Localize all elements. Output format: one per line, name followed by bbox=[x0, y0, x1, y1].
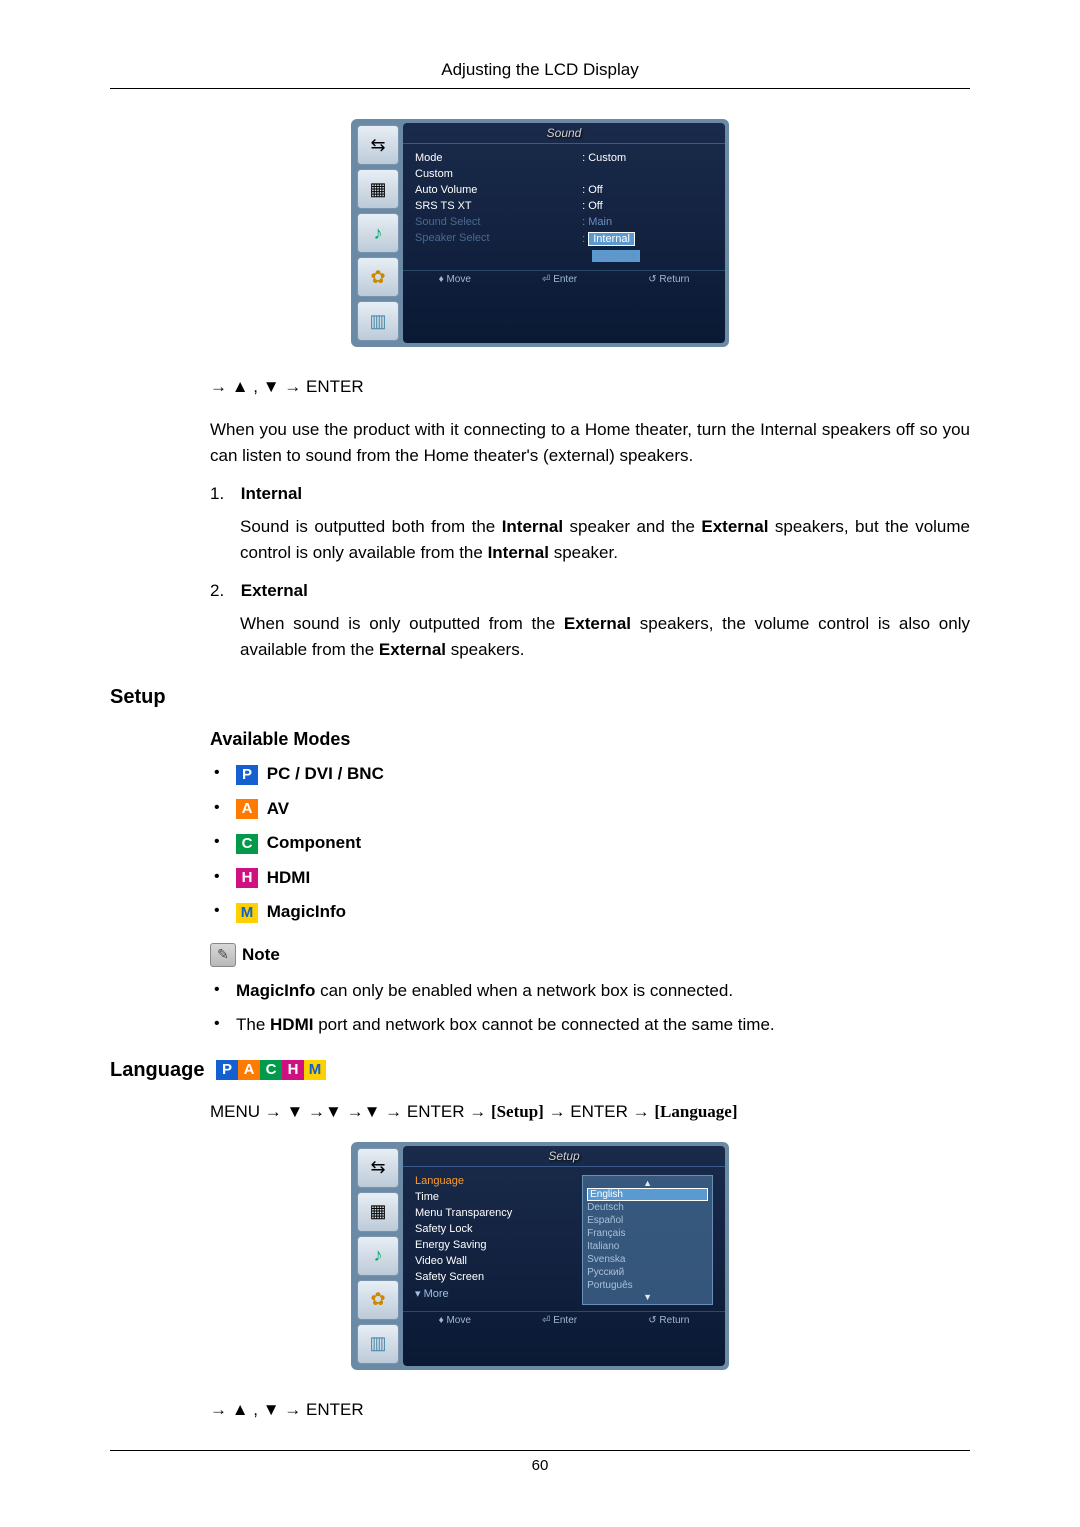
dropdown-item: Español bbox=[587, 1214, 708, 1227]
menu-path: MENU → ▼ →▼ →▼ → ENTER → [Setup] → ENTER… bbox=[210, 1102, 970, 1122]
osd-row-value: : Internal bbox=[582, 230, 713, 248]
language-heading: Language P A C H M bbox=[110, 1059, 970, 1082]
osd-footer: ♦ Move ⏎ Enter ↺ Return bbox=[403, 1311, 725, 1329]
language-mode-badges: P A C H M bbox=[216, 1060, 326, 1080]
dropdown-arrow-up-icon: ▲ bbox=[587, 1178, 708, 1188]
dropdown-item: Deutsch bbox=[587, 1201, 708, 1214]
osd-sound-panel: ⇆ ▦ ♪ ✿ ▥ Sound Mode Custom Auto Volume … bbox=[351, 119, 729, 347]
osd-tab-input-icon: ⇆ bbox=[357, 1148, 399, 1188]
osd-tab-input-icon: ⇆ bbox=[357, 125, 399, 165]
available-modes-heading: Available Modes bbox=[210, 729, 970, 750]
list-number: 2. bbox=[210, 581, 236, 601]
osd-tab-column: ⇆ ▦ ♪ ✿ ▥ bbox=[355, 123, 403, 343]
note-label: Note bbox=[242, 945, 280, 965]
note-item: MagicInfo can only be enabled when a net… bbox=[210, 981, 970, 1001]
mode-badge-a: A bbox=[238, 1060, 260, 1080]
osd-extra-value: External bbox=[582, 248, 713, 264]
osd-row-value bbox=[582, 166, 713, 182]
osd-row-label: SRS TS XT bbox=[415, 198, 572, 214]
dropdown-item: Français bbox=[587, 1227, 708, 1240]
mode-item: P PC / DVI / BNC bbox=[210, 764, 970, 785]
osd-sound-title: Sound bbox=[403, 123, 725, 144]
nav-sequence: → ▲ , ▼ → ENTER bbox=[210, 377, 970, 397]
osd-row-value: : Custom bbox=[582, 150, 713, 166]
osd-tab-multi-icon: ▥ bbox=[357, 301, 399, 341]
list-item: 2. External When sound is only outputted… bbox=[210, 581, 970, 662]
note-item: The HDMI port and network box cannot be … bbox=[210, 1015, 970, 1035]
header-rule bbox=[110, 88, 970, 89]
language-dropdown: ▲ English Deutsch Español Français Itali… bbox=[582, 1175, 713, 1305]
osd-tab-setup-icon: ✿ bbox=[357, 257, 399, 297]
mode-badge-c: C bbox=[260, 1060, 282, 1080]
osd-row-label: Language bbox=[415, 1173, 572, 1189]
note-icon: ✎ bbox=[210, 943, 236, 967]
osd-footer-enter: ⏎ Enter bbox=[542, 274, 577, 285]
footer-rule bbox=[110, 1450, 970, 1451]
osd-tab-picture-icon: ▦ bbox=[357, 169, 399, 209]
osd-tab-picture-icon: ▦ bbox=[357, 1192, 399, 1232]
mode-item: M MagicInfo bbox=[210, 902, 970, 923]
mode-item: A AV bbox=[210, 799, 970, 820]
intro-paragraph: When you use the product with it connect… bbox=[210, 417, 970, 468]
mode-badge-h: H bbox=[236, 868, 258, 888]
header-title: Adjusting the LCD Display bbox=[110, 60, 970, 88]
osd-row-label: Safety Lock bbox=[415, 1221, 572, 1237]
list-title: External bbox=[241, 581, 308, 600]
osd-more: ▾ More bbox=[415, 1285, 572, 1302]
dropdown-arrow-down-icon: ▼ bbox=[587, 1292, 708, 1302]
osd-row-label: Auto Volume bbox=[415, 182, 572, 198]
osd-tab-multi-icon: ▥ bbox=[357, 1324, 399, 1364]
osd-row-label: Energy Saving bbox=[415, 1237, 572, 1253]
osd-footer: ♦ Move ⏎ Enter ↺ Return bbox=[403, 270, 725, 288]
osd-tab-sound-icon: ♪ bbox=[357, 1236, 399, 1276]
mode-badge-a: A bbox=[236, 799, 258, 819]
osd-row-label: Safety Screen bbox=[415, 1269, 572, 1285]
dropdown-item: Italiano bbox=[587, 1240, 708, 1253]
notes-list: MagicInfo can only be enabled when a net… bbox=[210, 981, 970, 1035]
osd-row-label: Sound Select bbox=[415, 214, 572, 230]
list-description: When sound is only outputted from the Ex… bbox=[240, 611, 970, 662]
list-number: 1. bbox=[210, 484, 236, 504]
osd-row-value: : Off bbox=[582, 198, 713, 214]
osd-row-label: Menu Transparency bbox=[415, 1205, 572, 1221]
setup-heading: Setup bbox=[110, 686, 970, 709]
mode-badge-c: C bbox=[236, 834, 258, 854]
dropdown-item: Svenska bbox=[587, 1253, 708, 1266]
page-number: 60 bbox=[110, 1457, 970, 1474]
dropdown-item: Português bbox=[587, 1279, 708, 1292]
mode-badge-p: P bbox=[216, 1060, 238, 1080]
dropdown-item: English bbox=[587, 1188, 708, 1201]
osd-footer-return: ↺ Return bbox=[648, 274, 689, 285]
osd-setup-panel: ⇆ ▦ ♪ ✿ ▥ Setup Language Time Menu Trans… bbox=[351, 1142, 729, 1370]
list-item: 1. Internal Sound is outputted both from… bbox=[210, 484, 970, 565]
note-heading: ✎ Note bbox=[210, 943, 970, 967]
osd-tab-sound-icon: ♪ bbox=[357, 213, 399, 253]
mode-badge-m: M bbox=[304, 1060, 326, 1080]
osd-row-value: : Off bbox=[582, 182, 713, 198]
mode-badge-m: M bbox=[236, 903, 258, 923]
osd-row-label: Time bbox=[415, 1189, 572, 1205]
modes-list: P PC / DVI / BNC A AV C Component H HDMI… bbox=[210, 764, 970, 923]
list-description: Sound is outputted both from the Interna… bbox=[240, 514, 970, 565]
mode-item: C Component bbox=[210, 833, 970, 854]
page: Adjusting the LCD Display ⇆ ▦ ♪ ✿ ▥ Soun… bbox=[0, 0, 1080, 1514]
dropdown-item: Русский bbox=[587, 1266, 708, 1279]
osd-row-value: : Main bbox=[582, 214, 713, 230]
osd-footer-move: ♦ Move bbox=[439, 274, 471, 285]
osd-tab-column: ⇆ ▦ ♪ ✿ ▥ bbox=[355, 1146, 403, 1366]
osd-tab-setup-icon: ✿ bbox=[357, 1280, 399, 1320]
osd-footer-return: ↺ Return bbox=[648, 1315, 689, 1326]
list-title: Internal bbox=[241, 484, 302, 503]
nav-sequence: → ▲ , ▼ → ENTER bbox=[210, 1400, 970, 1420]
osd-row-label: Speaker Select bbox=[415, 230, 572, 246]
osd-row-label: Video Wall bbox=[415, 1253, 572, 1269]
osd-footer-move: ♦ Move bbox=[439, 1315, 471, 1326]
mode-item: H HDMI bbox=[210, 868, 970, 889]
osd-row-label: Custom bbox=[415, 166, 572, 182]
osd-footer-enter: ⏎ Enter bbox=[542, 1315, 577, 1326]
osd-row-label: Mode bbox=[415, 150, 572, 166]
mode-badge-p: P bbox=[236, 765, 258, 785]
mode-badge-h: H bbox=[282, 1060, 304, 1080]
osd-setup-title: Setup bbox=[403, 1146, 725, 1167]
